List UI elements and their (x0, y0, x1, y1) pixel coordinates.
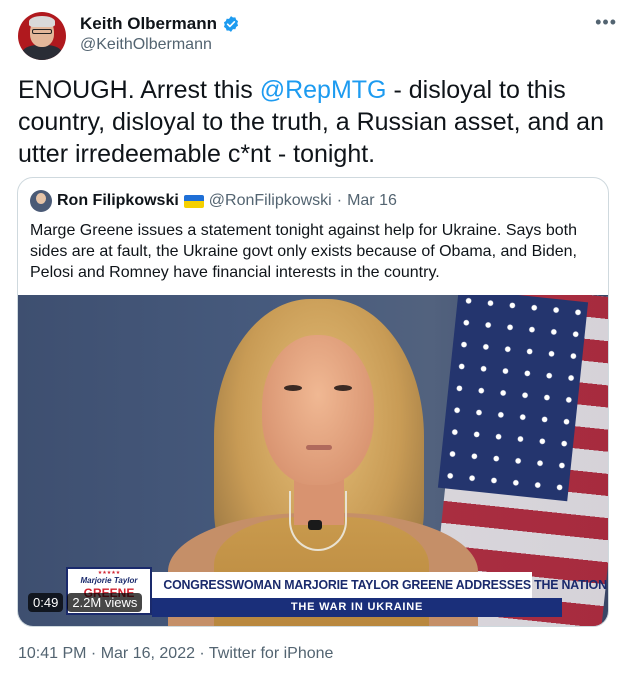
more-options-icon[interactable]: ••• (595, 12, 617, 33)
tweet-header: Keith Olbermann @KeithOlbermann ••• (16, 10, 619, 62)
lower-third-subline: THE WAR IN UKRAINE (152, 598, 562, 617)
quoted-tweet-header: Ron Filipkowski @RonFilipkowski · Mar 16 (30, 190, 397, 212)
flag-stars (437, 295, 589, 502)
quoted-tweet[interactable]: Ron Filipkowski @RonFilipkowski · Mar 16… (17, 177, 609, 627)
quoted-tweet-date[interactable]: Mar 16 (347, 192, 397, 210)
author-name[interactable]: Keith Olbermann (80, 14, 217, 34)
tweet-text-before: ENOUGH. Arrest this (18, 76, 260, 104)
logo-top-text: Marjorie Taylor (80, 576, 138, 585)
author-handle[interactable]: @KeithOlbermann (80, 36, 212, 54)
video-duration: 0:49 (28, 593, 64, 612)
lower-third-headline: CONGRESSWOMAN MARJORIE TAYLOR GREENE ADD… (152, 572, 607, 598)
verified-badge-icon (223, 16, 239, 32)
author-name-row: Keith Olbermann (80, 14, 240, 34)
quoted-tweet-text: Marge Greene issues a statement tonight … (30, 222, 577, 281)
author-avatar[interactable] (18, 12, 66, 60)
microphone (308, 520, 322, 530)
speaker-figure (262, 335, 374, 485)
mention-link[interactable]: @RepMTG (260, 76, 387, 104)
video-badges: 0:49 2.2M views (28, 593, 143, 612)
quoted-author-name[interactable]: Ron Filipkowski (57, 192, 179, 210)
tweet-text: ENOUGH. Arrest this @RepMTG - disloyal t… (18, 74, 618, 170)
news-lower-third: ★★★★★ Marjorie Taylor GREENE CONGRESSWOM… (66, 567, 607, 617)
dot-separator: · (336, 192, 343, 209)
quoted-author-handle[interactable]: @RonFilipkowski (209, 192, 332, 210)
tweet-timestamp[interactable]: 10:41 PM · Mar 16, 2022 · Twitter for iP… (18, 645, 333, 663)
video-views: 2.2M views (67, 593, 143, 612)
video-player[interactable]: ★★★★★ Marjorie Taylor GREENE CONGRESSWOM… (18, 295, 608, 626)
quoted-author-avatar[interactable] (30, 190, 52, 212)
ukraine-flag-icon (183, 194, 204, 208)
